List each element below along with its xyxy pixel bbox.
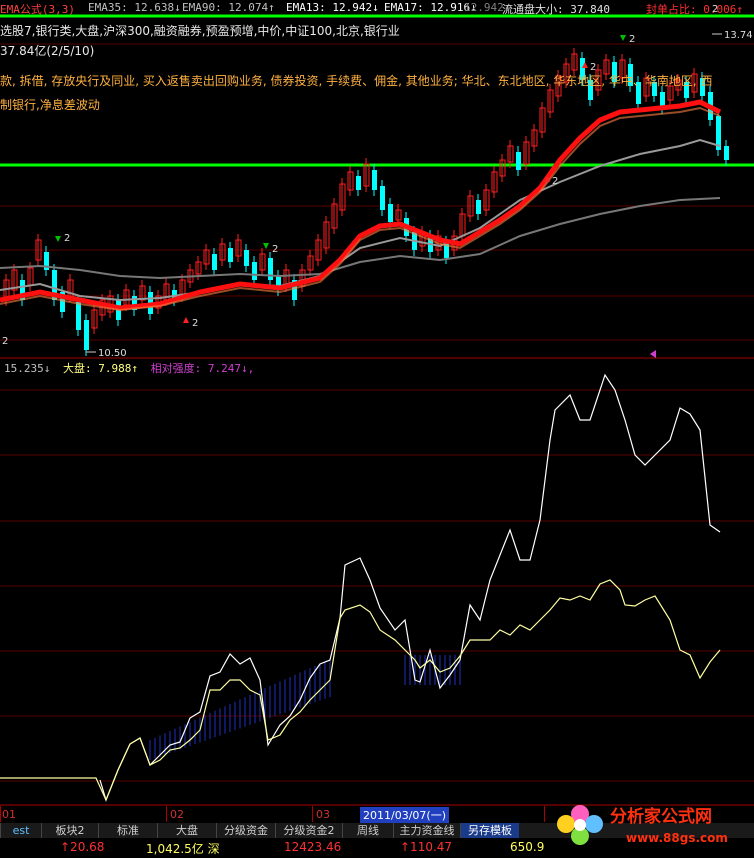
- tab-weekly[interactable]: 周线: [342, 823, 393, 838]
- lower-indicator-header: 15.235↓ 大盘: 7.988↑ 相对强度: 7.247↓,: [4, 360, 254, 376]
- down-arrow-icon: [55, 236, 61, 242]
- tab-est[interactable]: est: [0, 823, 41, 838]
- candle-body: [356, 176, 361, 190]
- relative-strength-value: 相对强度: 7.247↓,: [150, 362, 255, 375]
- down-arrow-icon: [620, 35, 626, 41]
- value-2: 1,042.5亿 深: [146, 842, 220, 856]
- candle-body: [724, 146, 729, 160]
- candle-body: [516, 152, 521, 170]
- market-index-line: [0, 579, 721, 802]
- logo-url: www.88gs.com: [626, 831, 728, 845]
- signal-label: 2: [2, 336, 8, 347]
- ema17-band: [0, 106, 721, 312]
- stock-capital: 37.84亿(2/5/10): [0, 44, 95, 58]
- tab-sector2[interactable]: 板块2: [41, 823, 98, 838]
- logo-title: 分析家公式网: [610, 806, 712, 827]
- signal-label: 2: [192, 318, 198, 329]
- signal-label: 2: [712, 4, 718, 15]
- site-logo: 分析家公式网 www.88gs.com: [556, 796, 752, 854]
- candle-body: [268, 258, 273, 280]
- tab-graded-funds[interactable]: 分级资金: [216, 823, 275, 838]
- signal-label: 2: [64, 233, 70, 244]
- tab-graded-funds-2[interactable]: 分级资金2: [275, 823, 342, 838]
- value-1: ↑20.68: [60, 840, 105, 854]
- value-5: 650.9: [510, 840, 545, 854]
- tab-save-template[interactable]: 另存模板: [460, 823, 519, 838]
- down-arrow-icon: [263, 243, 269, 249]
- indicator-value: 15.235↓: [4, 362, 51, 375]
- candle-body: [84, 320, 89, 350]
- value-3: 12423.46: [284, 840, 342, 854]
- candle-body: [372, 170, 377, 190]
- cursor-date: 2011/03/07(一): [360, 807, 449, 823]
- signal-label: 2: [272, 244, 278, 255]
- candle-body: [228, 248, 233, 262]
- ema13-band: [0, 99, 722, 311]
- up-arrow-icon: [183, 317, 189, 323]
- signal-label: 2: [629, 34, 635, 45]
- candle-body: [476, 200, 481, 214]
- cursor-marker-icon: [650, 350, 656, 358]
- candle-body: [380, 186, 385, 210]
- high-price-label: 13.74: [724, 30, 753, 41]
- tab-standard[interactable]: 标准: [98, 823, 157, 838]
- low-price-label: 10.50: [98, 348, 127, 359]
- tab-main-funds[interactable]: 主力资金线: [393, 823, 460, 838]
- candle-body: [388, 204, 393, 222]
- signal-label: 2: [552, 176, 558, 187]
- flower-logo-icon: [557, 805, 603, 845]
- value-4: ↑110.47: [400, 840, 453, 854]
- business-scope: 款, 拆借, 存放央行及同业, 买入返售卖出回购业务, 债券投资, 手续费、佣金…: [0, 74, 713, 88]
- stock-tags: 选股7,银行类,大盘,沪深300,融资融券,预盈预增,中价,中证100,北京,银…: [0, 24, 400, 38]
- candle-body: [76, 302, 81, 330]
- date-label: 03: [316, 808, 330, 821]
- market-value: 大盘: 7.988↑: [62, 362, 138, 375]
- candle-body: [244, 250, 249, 266]
- candle-body: [212, 254, 217, 270]
- date-label: 02: [170, 808, 184, 821]
- tab-market[interactable]: 大盘: [157, 823, 216, 838]
- date-label: 01: [2, 808, 16, 821]
- risk-notes: 制银行,净息差波动: [0, 98, 100, 112]
- chart-area[interactable]: 2 2 2 2 2 2 2 2 13.74 10.50: [0, 0, 754, 806]
- candle-body: [252, 262, 257, 280]
